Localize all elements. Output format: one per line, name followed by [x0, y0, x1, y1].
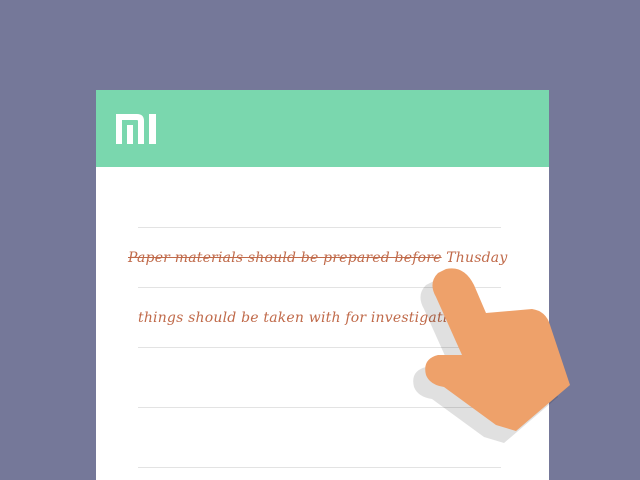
- note-rule: [138, 227, 501, 228]
- completed-note-text: Paper materials should be prepared befor…: [128, 250, 442, 266]
- pointing-hand-icon: [413, 268, 570, 443]
- note-rule: [138, 467, 501, 468]
- card-header: [96, 90, 549, 167]
- mi-logo-icon: [116, 114, 156, 144]
